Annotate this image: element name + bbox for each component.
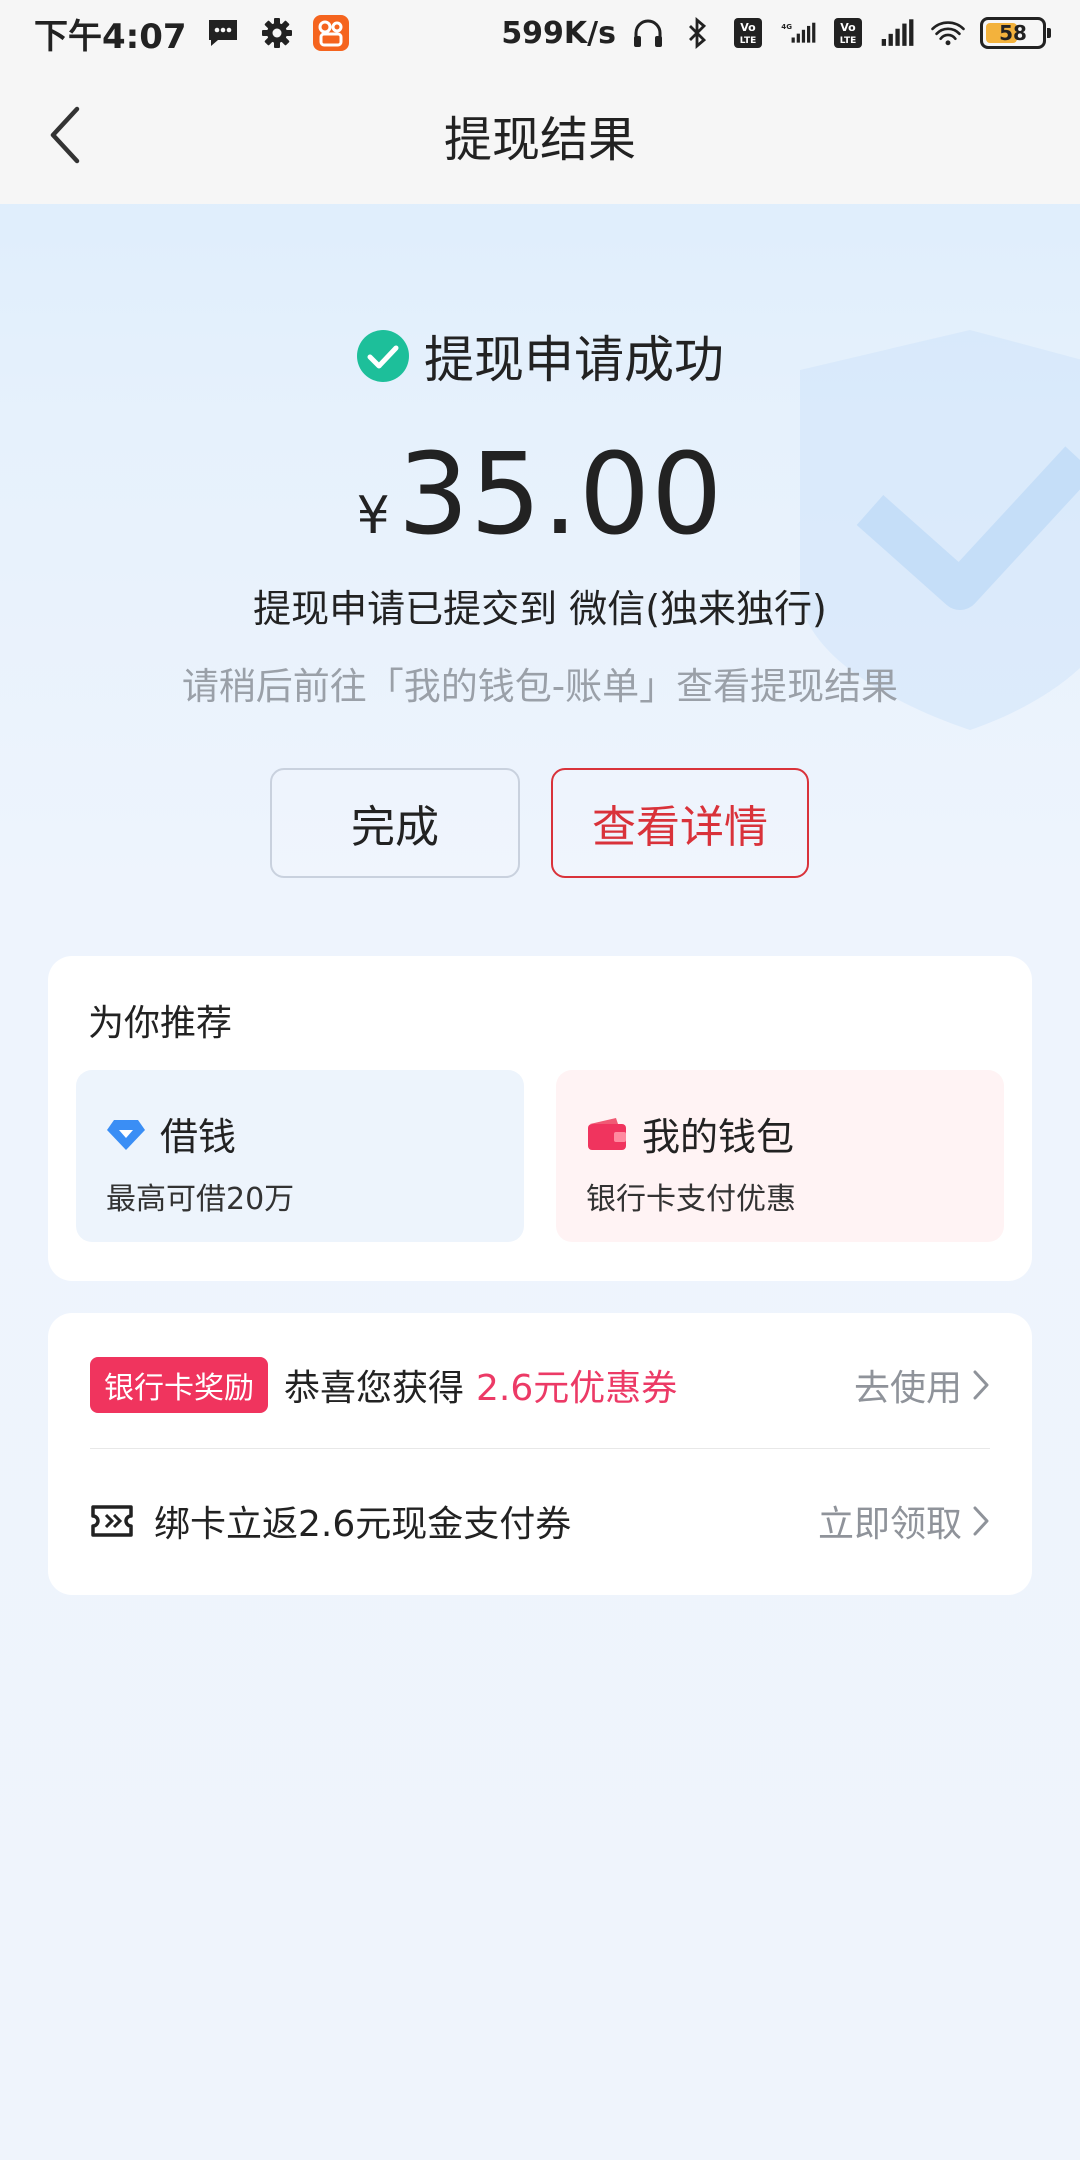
chevron-right-icon — [973, 1506, 989, 1536]
coupon-amount: 2.6元优惠券 — [476, 1368, 678, 1409]
loan-title: 借钱 — [160, 1115, 237, 1159]
chevron-right-icon — [973, 1370, 989, 1400]
view-details-button[interactable]: 查看详情 — [551, 768, 809, 878]
coupon-congrats-text: 恭喜您获得 — [284, 1368, 465, 1409]
diamond-icon — [107, 1119, 145, 1150]
reward-card: 银行卡奖励 恭喜您获得 2.6元优惠券 去使用 绑卡立返2.6元现金支付券 立即… — [48, 1313, 1032, 1595]
battery-indicator: 58 — [980, 17, 1051, 49]
check-circle-icon — [357, 330, 409, 382]
signal-4g-icon: 4G — [780, 15, 816, 51]
headphones-icon — [630, 15, 666, 51]
bank-card-reward-badge: 银行卡奖励 — [90, 1357, 268, 1413]
gear-icon — [259, 15, 295, 51]
svg-text:LTE: LTE — [740, 36, 757, 46]
bind-card-text: 绑卡立返2.6元现金支付券 — [154, 1504, 572, 1545]
row-divider — [90, 1448, 990, 1449]
battery-level: 58 — [999, 21, 1027, 45]
network-speed: 599K/s — [501, 15, 616, 51]
recommend-card: 为你推荐 借钱 最高可借20万 我的钱包 银行卡支付优惠 — [48, 956, 1032, 1281]
recommend-loan-tile[interactable]: 借钱 最高可借20万 — [76, 1070, 524, 1242]
svg-text:4G: 4G — [781, 22, 792, 31]
withdraw-result-page: 下午4:07 599K/s Vo LTE 4G Vo LTE 58 提现结果 提… — [0, 0, 1080, 2160]
success-text: 提现申请成功 — [424, 331, 724, 389]
volte-icon-2: Vo LTE — [830, 15, 866, 51]
wallet-title: 我的钱包 — [642, 1115, 795, 1159]
use-coupon-label: 去使用 — [853, 1368, 962, 1409]
use-coupon-action[interactable]: 去使用 — [854, 1359, 990, 1411]
volte-icon-1: Vo LTE — [730, 15, 766, 51]
claim-now-label: 立即领取 — [817, 1504, 962, 1545]
status-bar: 下午4:07 599K/s Vo LTE 4G Vo LTE 58 — [0, 0, 1080, 66]
back-button[interactable] — [30, 100, 100, 170]
message-icon — [205, 15, 241, 51]
chevron-left-icon — [50, 106, 80, 164]
coupon-reward-row[interactable]: 银行卡奖励 恭喜您获得 2.6元优惠券 去使用 — [90, 1325, 990, 1445]
result-hint: 请稍后前往「我的钱包-账单」查看提现结果 — [181, 665, 899, 708]
success-status: 提现申请成功 — [0, 320, 1080, 392]
status-time: 下午4:07 — [34, 16, 187, 57]
navigation-bar: 提现结果 — [0, 66, 1080, 204]
recommend-wallet-tile[interactable]: 我的钱包 银行卡支付优惠 — [556, 1070, 1004, 1242]
ticket-icon — [90, 1504, 134, 1538]
wallet-icon — [588, 1117, 626, 1150]
signal-icon — [880, 15, 916, 51]
submit-destination: 提现申请已提交到 微信(独来独行) — [253, 587, 827, 631]
recommend-title: 为你推荐 — [88, 1003, 233, 1044]
svg-text:Vo: Vo — [840, 21, 856, 34]
bluetooth-icon — [680, 15, 716, 51]
kuaishou-app-icon — [312, 15, 349, 51]
loan-subtitle: 最高可借20万 — [106, 1182, 295, 1217]
withdraw-amount: 35.00 — [397, 430, 724, 560]
currency-symbol: ¥ — [356, 486, 390, 546]
amount-display: ¥ 35.00 — [0, 430, 1080, 560]
claim-now-action[interactable]: 立即领取 — [818, 1495, 990, 1547]
page-title: 提现结果 — [443, 112, 636, 168]
bind-card-row[interactable]: 绑卡立返2.6元现金支付券 立即领取 — [90, 1461, 990, 1581]
svg-text:Vo: Vo — [740, 21, 756, 34]
wifi-icon — [930, 15, 966, 51]
done-button[interactable]: 完成 — [270, 768, 520, 878]
wallet-subtitle: 银行卡支付优惠 — [586, 1182, 796, 1217]
svg-text:LTE: LTE — [840, 36, 857, 46]
